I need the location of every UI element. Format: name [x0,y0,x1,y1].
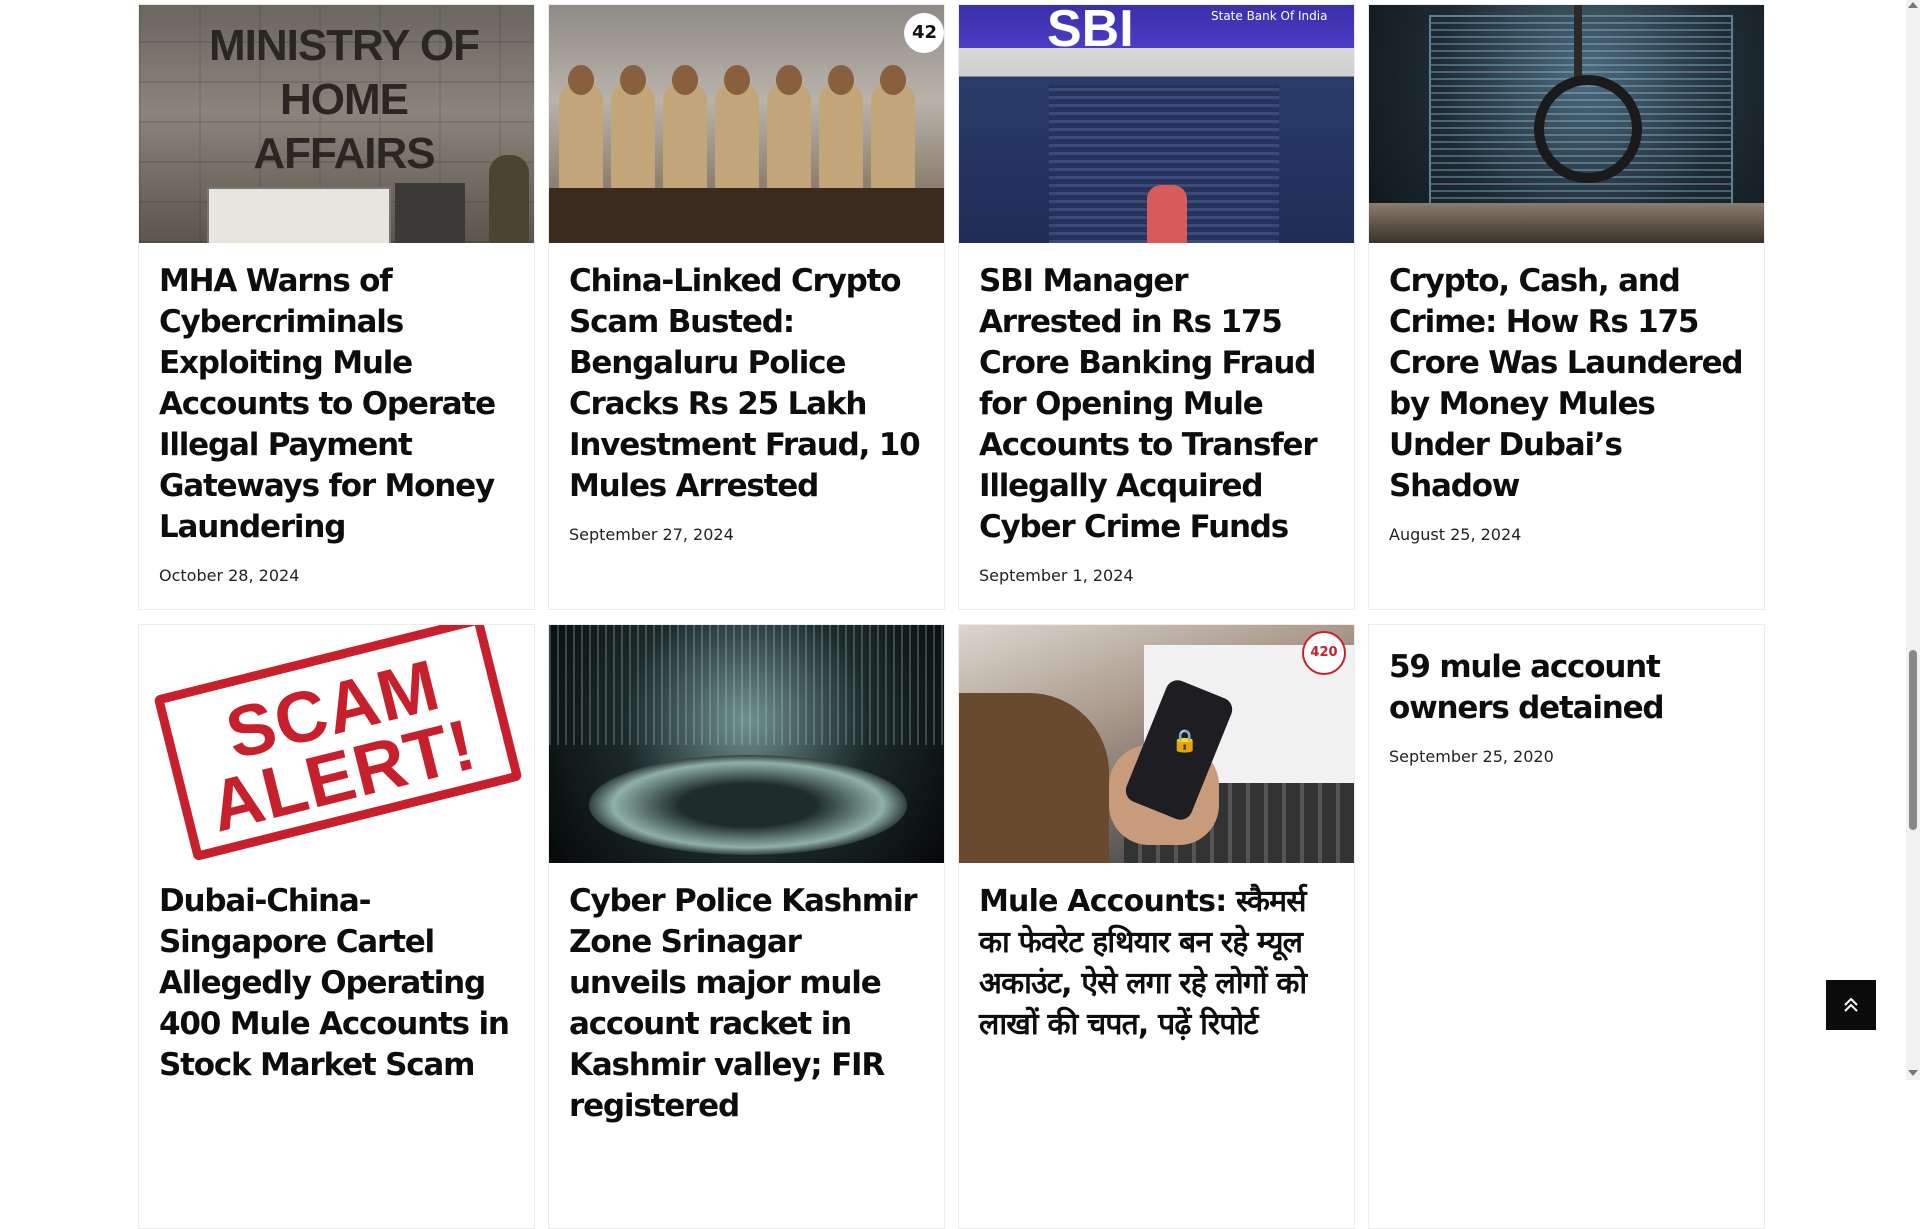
article-thumbnail[interactable] [1369,5,1764,243]
article-card[interactable]: 59 mule account owners detained Septembe… [1368,624,1765,1229]
article-thumbnail[interactable]: 🔒 420 [959,625,1354,863]
article-card[interactable]: SCAM ALERT! Dubai-China-Singapore Cartel… [138,624,535,1229]
sbi-subtext: State Bank Of India [1211,9,1328,23]
article-card[interactable]: 🔒 420 Mule Accounts: स्कैमर्स का फेवरेट … [958,624,1355,1229]
article-date: September 1, 2024 [979,566,1134,585]
sbi-logo-text: SBI [1047,5,1134,58]
article-title[interactable]: Crypto, Cash, and Crime: How Rs 175 Cror… [1389,261,1744,507]
article-thumbnail[interactable]: SCAM ALERT! [139,625,534,863]
article-grid: MINISTRY OF HOME AFFAIRS MHA Warns of Cy… [138,4,1765,1229]
article-date: September 27, 2024 [569,525,734,544]
article-thumbnail[interactable]: MINISTRY OF HOME AFFAIRS [139,5,534,243]
article-title[interactable]: MHA Warns of Cybercriminals Exploiting M… [159,261,514,548]
article-title[interactable]: 59 mule account owners detained [1389,647,1744,729]
scroll-down-icon[interactable] [1908,1070,1918,1076]
article-card[interactable]: SBI State Bank Of India SBI Manager Arre… [958,4,1355,610]
thumbnail-badge: 42 [904,13,944,53]
article-thumbnail[interactable] [549,625,944,863]
article-card[interactable]: 42 China-Linked Crypto Scam Busted: Beng… [548,4,945,610]
article-card[interactable]: Crypto, Cash, and Crime: How Rs 175 Cror… [1368,4,1765,610]
article-date: August 25, 2024 [1389,525,1522,544]
thumbnail-badge: 420 [1302,631,1346,675]
article-title[interactable]: SBI Manager Arrested in Rs 175 Crore Ban… [979,261,1334,548]
article-date: October 28, 2024 [159,566,300,585]
chevron-double-up-icon [1844,997,1858,1012]
article-thumbnail[interactable]: 42 [549,5,944,243]
article-thumbnail[interactable]: SBI State Bank Of India [959,5,1354,243]
article-title[interactable]: Mule Accounts: स्कैमर्स का फेवरेट हथियार… [979,881,1334,1045]
scrollbar-thumb[interactable] [1909,650,1917,830]
page-scrollbar[interactable] [1906,0,1920,1080]
article-date: September 25, 2020 [1389,747,1554,766]
lock-icon: 🔒 [1171,729,1199,754]
article-title[interactable]: Dubai-China-Singapore Cartel Allegedly O… [159,881,514,1086]
scroll-up-icon[interactable] [1908,2,1918,8]
article-title[interactable]: China-Linked Crypto Scam Busted: Bengalu… [569,261,924,507]
thumbnail-sign-text: MINISTRY OF HOME AFFAIRS [208,21,480,178]
article-card[interactable]: Cyber Police Kashmir Zone Srinagar unvei… [548,624,945,1229]
back-to-top-button[interactable] [1826,980,1876,1030]
article-title[interactable]: Cyber Police Kashmir Zone Srinagar unvei… [569,881,924,1127]
article-card[interactable]: MINISTRY OF HOME AFFAIRS MHA Warns of Cy… [138,4,535,610]
